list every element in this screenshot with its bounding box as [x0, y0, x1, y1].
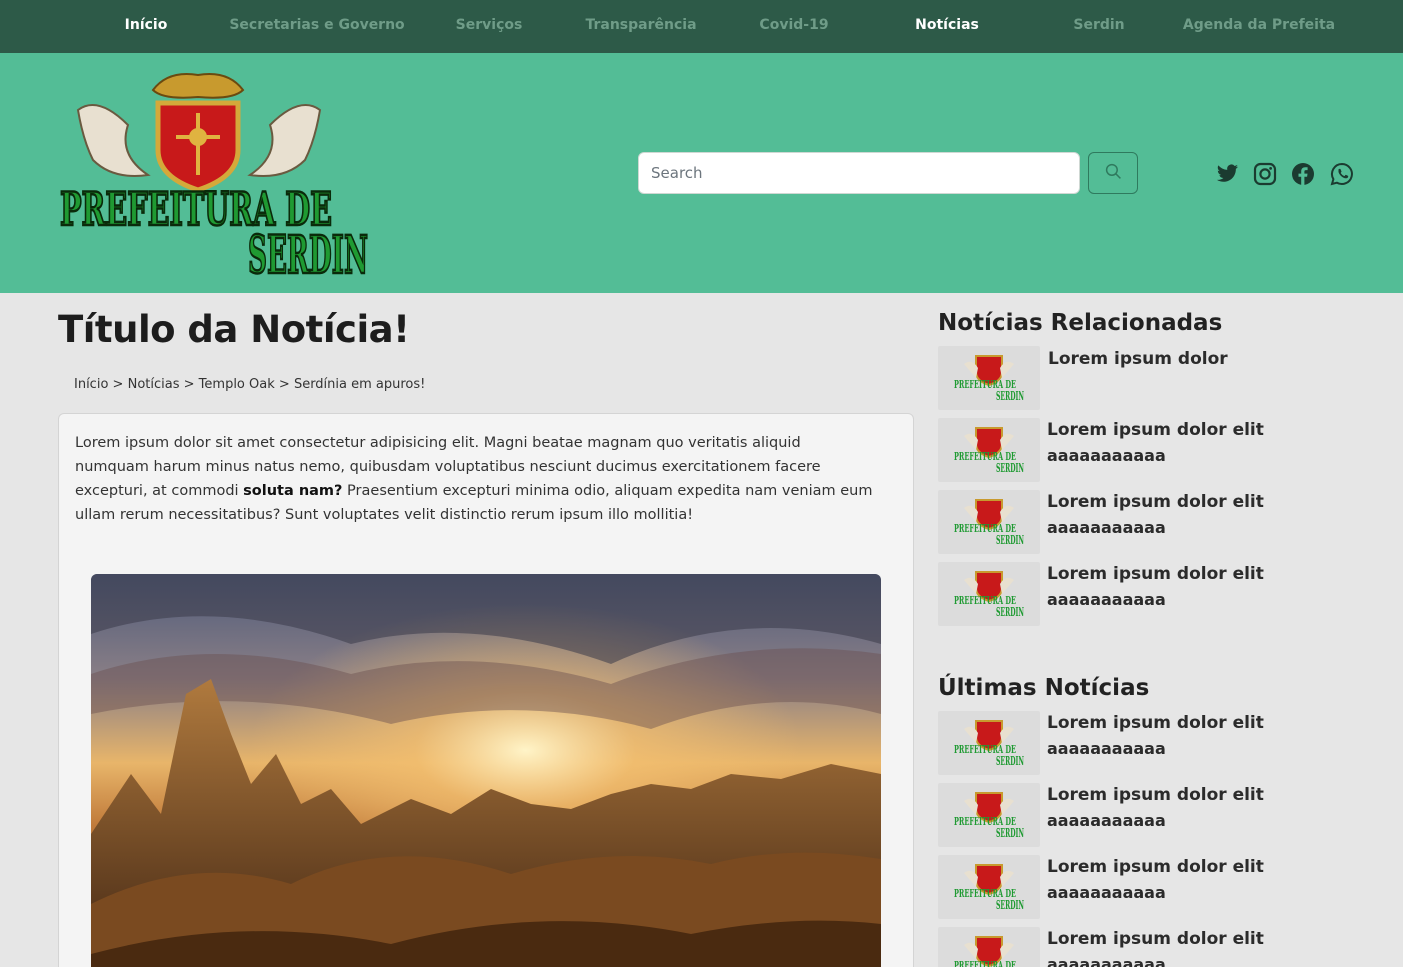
- svg-text:SERDIN: SERDIN: [996, 898, 1024, 912]
- news-title: Lorem ipsum dolor elit: [1047, 492, 1264, 512]
- nav-item-transparencia[interactable]: Transparência: [585, 0, 696, 53]
- top-nav: Início Secretarias e Governo Serviços Tr…: [0, 0, 1403, 53]
- news-subtitle: aaaaaaaaaaa: [1047, 811, 1166, 830]
- logo-text-line2: SERDIN: [248, 225, 368, 283]
- news-thumbnail: PREFEITURA DESERDIN: [938, 855, 1040, 919]
- svg-text:SERDIN: SERDIN: [996, 754, 1024, 768]
- news-title: Lorem ipsum dolor elit: [1047, 713, 1264, 733]
- nav-item-serdin[interactable]: Serdin: [1073, 0, 1124, 53]
- svg-text:SERDIN: SERDIN: [996, 533, 1024, 547]
- search-icon: [1105, 163, 1122, 183]
- news-subtitle: aaaaaaaaaaa: [1047, 446, 1166, 465]
- related-news-heading: Notícias Relacionadas: [938, 310, 1223, 336]
- news-subtitle: aaaaaaaaaaa: [1047, 955, 1166, 967]
- svg-text:PREFEITURA DE: PREFEITURA DE: [954, 959, 1016, 967]
- page-title: Título da Notícia!: [58, 308, 410, 351]
- nav-item-noticias[interactable]: Notícias: [915, 0, 979, 53]
- news-title: Lorem ipsum dolor elit: [1047, 929, 1264, 949]
- latest-news-heading: Últimas Notícias: [938, 675, 1150, 701]
- nav-item-inicio[interactable]: Início: [125, 0, 168, 53]
- nav-item-agenda[interactable]: Agenda da Prefeita: [1183, 0, 1335, 53]
- news-thumbnail: PREFEITURA DESERDIN: [938, 927, 1040, 967]
- latest-news-item[interactable]: PREFEITURA DESERDIN Lorem ipsum dolor el…: [938, 711, 1358, 775]
- news-title: Lorem ipsum dolor elit: [1047, 420, 1264, 440]
- article-body: Lorem ipsum dolor sit amet consectetur a…: [75, 431, 875, 527]
- svg-text:SERDIN: SERDIN: [996, 389, 1024, 403]
- search-input[interactable]: [638, 152, 1080, 194]
- site-header: PREFEITURA DE SERDIN: [0, 53, 1403, 293]
- twitter-icon[interactable]: [1214, 161, 1240, 187]
- breadcrumb-item-templo[interactable]: Templo Oak: [199, 377, 275, 392]
- breadcrumb-item-inicio[interactable]: Início: [74, 377, 108, 392]
- related-news-item[interactable]: PREFEITURA DE SERDIN Lorem ipsum dolor el…: [938, 562, 1358, 626]
- article-hero-image: [91, 574, 881, 967]
- breadcrumb-separator: >: [112, 377, 124, 392]
- news-subtitle: aaaaaaaaaaa: [1047, 590, 1166, 609]
- news-title: Lorem ipsum dolor elit: [1047, 857, 1264, 877]
- news-thumbnail: PREFEITURA DESERDIN: [938, 346, 1040, 410]
- news-thumbnail: PREFEITURA DESERDIN: [938, 711, 1040, 775]
- related-news-item[interactable]: PREFEITURA DE SERDIN Lorem ipsum dolor el…: [938, 490, 1358, 554]
- svg-text:SERDIN: SERDIN: [996, 461, 1024, 475]
- breadcrumb-item-noticias[interactable]: Notícias: [128, 377, 180, 392]
- breadcrumb-item-current: Serdínia em apuros!: [293, 377, 426, 392]
- article-card: Lorem ipsum dolor sit amet consectetur a…: [58, 413, 914, 967]
- news-thumbnail: PREFEITURA DESERDIN: [938, 562, 1040, 626]
- svg-text:SERDIN: SERDIN: [996, 605, 1024, 619]
- news-thumbnail: PREFEITURA DESERDIN: [938, 783, 1040, 847]
- nav-item-covid[interactable]: Covid-19: [759, 0, 828, 53]
- related-news-item[interactable]: PREFEITURA DE SERDIN Lorem ipsum dolor el…: [938, 418, 1358, 482]
- article-body-bold: soluta nam?: [243, 483, 343, 499]
- breadcrumb-separator: >: [183, 377, 195, 392]
- nav-item-secretarias[interactable]: Secretarias e Governo: [229, 0, 404, 53]
- site-logo[interactable]: PREFEITURA DE SERDIN: [58, 65, 374, 287]
- latest-news-item[interactable]: PREFEITURA DESERDIN Lorem ipsum dolor el…: [938, 927, 1358, 967]
- news-subtitle: aaaaaaaaaaa: [1047, 883, 1166, 902]
- whatsapp-icon[interactable]: [1329, 161, 1355, 187]
- news-title: Lorem ipsum dolor elit: [1047, 785, 1264, 805]
- nav-item-servicos[interactable]: Serviços: [456, 0, 523, 53]
- news-title: Lorem ipsum dolor elit: [1047, 564, 1264, 584]
- latest-news-item[interactable]: PREFEITURA DESERDIN Lorem ipsum dolor el…: [938, 783, 1358, 847]
- news-thumbnail: PREFEITURA DESERDIN: [938, 418, 1040, 482]
- breadcrumb: Início > Notícias > Templo Oak > Serdíni…: [74, 377, 425, 392]
- news-title: Lorem ipsum dolor: [1048, 349, 1228, 369]
- related-news-item[interactable]: PREFEITURA DE SERDIN Lorem ipsum dolor: [938, 346, 1358, 410]
- news-subtitle: aaaaaaaaaaa: [1047, 518, 1166, 537]
- news-thumbnail: PREFEITURA DESERDIN: [938, 490, 1040, 554]
- instagram-icon[interactable]: [1252, 161, 1278, 187]
- facebook-icon[interactable]: [1290, 161, 1316, 187]
- news-subtitle: aaaaaaaaaaa: [1047, 739, 1166, 758]
- breadcrumb-separator: >: [278, 377, 290, 392]
- search-button[interactable]: [1088, 152, 1138, 194]
- latest-news-item[interactable]: PREFEITURA DESERDIN Lorem ipsum dolor el…: [938, 855, 1358, 919]
- svg-text:SERDIN: SERDIN: [996, 826, 1024, 840]
